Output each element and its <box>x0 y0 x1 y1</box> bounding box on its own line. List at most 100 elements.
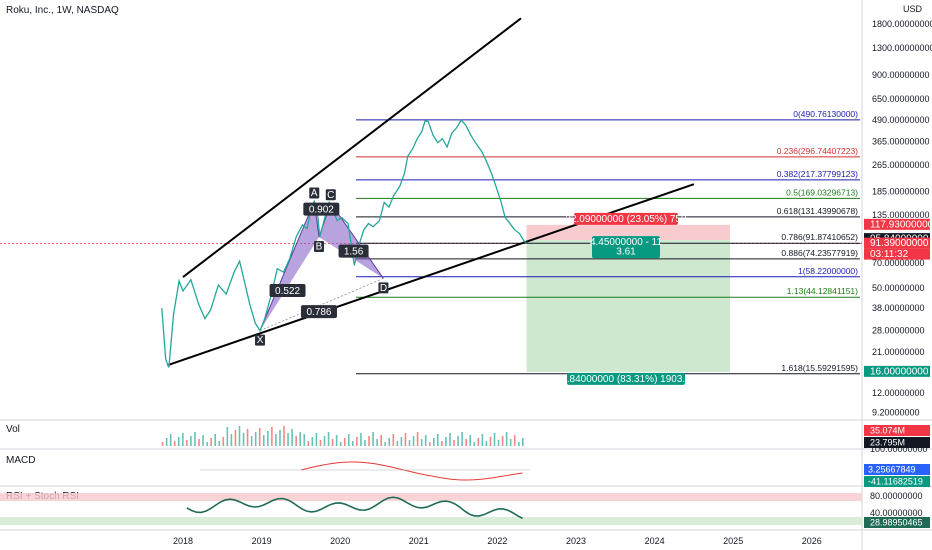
volume-bar <box>416 432 419 446</box>
volume-bar <box>299 432 302 446</box>
volume-bar <box>267 431 269 446</box>
price-axis-tick: 1300.00000000 <box>872 43 932 53</box>
price-axis-marker: 03:11:32 <box>864 248 930 260</box>
volume-bar <box>347 434 350 446</box>
volume-bar <box>453 440 455 446</box>
price-axis-tick: 9.20000000 <box>872 408 920 418</box>
volume-bar <box>226 427 229 446</box>
volume-bar <box>222 437 225 446</box>
volume-bar <box>424 435 427 446</box>
volume-bar <box>258 428 261 446</box>
rsi-oversold-band <box>0 517 862 525</box>
volume-bar <box>283 426 285 446</box>
volume-axis-marker: 35.074M <box>864 425 930 436</box>
rsi-axis-marker: 28.98950465 <box>864 517 930 528</box>
volume-bar <box>242 433 245 446</box>
svg-text:03:11:32: 03:11:32 <box>870 249 909 260</box>
volume-bar <box>169 434 172 446</box>
time-axis-tick: 2020 <box>330 536 350 546</box>
risk-label: 22.09000000 (23.05%) 750 <box>565 212 687 225</box>
volume-bar <box>198 439 200 446</box>
volume-bar <box>457 436 459 446</box>
time-axis-tick: 2026 <box>802 536 822 546</box>
svg-text:0.902: 0.902 <box>309 205 334 216</box>
volume-bar <box>230 434 233 446</box>
volume-bar <box>465 439 467 446</box>
volume-bar <box>343 438 346 446</box>
time-axis-tick: 2025 <box>723 536 743 546</box>
svg-text:79.84000000 (83.31%) 1903.58: 79.84000000 (83.31%) 1903.58 <box>556 374 697 385</box>
price-axis-marker: 16.00000000 <box>864 365 930 377</box>
volume-bar <box>218 441 221 446</box>
harmonic-point-label: A <box>309 187 320 199</box>
rsi-overbought-band <box>0 493 862 501</box>
price-axis-tick: 12.00000000 <box>872 388 925 398</box>
time-axis-tick: 2024 <box>645 536 665 546</box>
volume-bar <box>327 432 330 446</box>
fib-level-label: 0.5(169.03296713) <box>786 187 858 197</box>
volume-bar <box>449 433 451 446</box>
volume-bar <box>339 442 342 446</box>
volume-bar <box>315 433 318 446</box>
volume-bar <box>404 433 407 446</box>
price-axis-tick: 365.00000000 <box>872 137 930 147</box>
fib-level-label: 1.618(15.59291595) <box>781 363 858 373</box>
svg-text:X: X <box>257 335 264 346</box>
svg-text:3.61: 3.61 <box>616 247 636 258</box>
time-axis-tick: 2021 <box>409 536 429 546</box>
volume-bar <box>372 432 374 446</box>
rsi-axis-tick: 40.00000000 <box>870 508 923 518</box>
volume-bar <box>202 435 204 446</box>
time-axis-tick: 2022 <box>487 536 507 546</box>
volume-bar <box>497 440 500 446</box>
volume-bar <box>182 433 184 446</box>
harmonic-ratio-label: 0.786 <box>300 305 337 319</box>
price-axis-tick: 265.00000000 <box>872 160 930 170</box>
volume-bar <box>287 433 289 446</box>
volume-bar <box>509 439 512 446</box>
volume-bar <box>254 432 257 446</box>
volume-bar <box>173 441 176 446</box>
volume-bar <box>392 434 395 446</box>
svg-text:91.39000000: 91.39000000 <box>870 238 929 249</box>
harmonic-ratio-label: 0.902 <box>303 202 340 216</box>
volume-bar <box>501 436 504 446</box>
volume-bar <box>420 439 423 446</box>
volume-bar <box>368 436 370 446</box>
volume-bar <box>246 429 249 446</box>
reward-label: 79.84000000 (83.31%) 1903.58 <box>556 372 697 385</box>
volume-bar <box>262 435 265 446</box>
volume-bar <box>384 442 387 446</box>
svg-text:28.98950465: 28.98950465 <box>870 518 923 528</box>
volume-bar <box>364 440 366 446</box>
volume-bar <box>396 441 399 446</box>
volume-bar <box>214 434 217 446</box>
volume-bar <box>206 442 208 446</box>
volume-bar <box>165 438 168 446</box>
svg-text:0.522: 0.522 <box>275 286 300 297</box>
harmonic-point-label: D <box>378 282 389 294</box>
harmonic-point-label: B <box>313 240 324 252</box>
volume-bar <box>250 436 253 446</box>
volume-bar <box>279 430 281 446</box>
volume-bar <box>323 436 326 446</box>
svg-text:0.786: 0.786 <box>306 307 331 318</box>
price-axis-tick: 1800.00000000 <box>872 19 932 29</box>
fib-level-label: 0.886(74.23577919) <box>781 248 858 258</box>
price-axis-tick: 490.00000000 <box>872 115 930 125</box>
reward-zone <box>526 240 730 372</box>
price-chart[interactable]: 0(490.76130000) 0.236(296.74407223) 0.382(… <box>0 0 932 550</box>
volume-bar <box>335 435 338 446</box>
svg-text:35.074M: 35.074M <box>870 426 905 436</box>
svg-text:16.00000000: 16.00000000 <box>870 366 929 377</box>
svg-text:-41.11682519: -41.11682519 <box>868 477 923 487</box>
price-axis-tick: 185.00000000 <box>872 187 930 197</box>
volume-bar <box>271 427 273 446</box>
volume-bar <box>408 440 411 446</box>
macd-axis-marker: 3.25667849 <box>864 464 930 475</box>
price-axis-marker: 117.93000000 <box>864 218 932 230</box>
price-axis-tick: 50.00000000 <box>872 283 925 293</box>
macd-axis-marker: -41.11682519 <box>864 476 930 487</box>
price-axis-tick: 21.00000000 <box>872 347 925 357</box>
volume-bar <box>445 437 447 446</box>
